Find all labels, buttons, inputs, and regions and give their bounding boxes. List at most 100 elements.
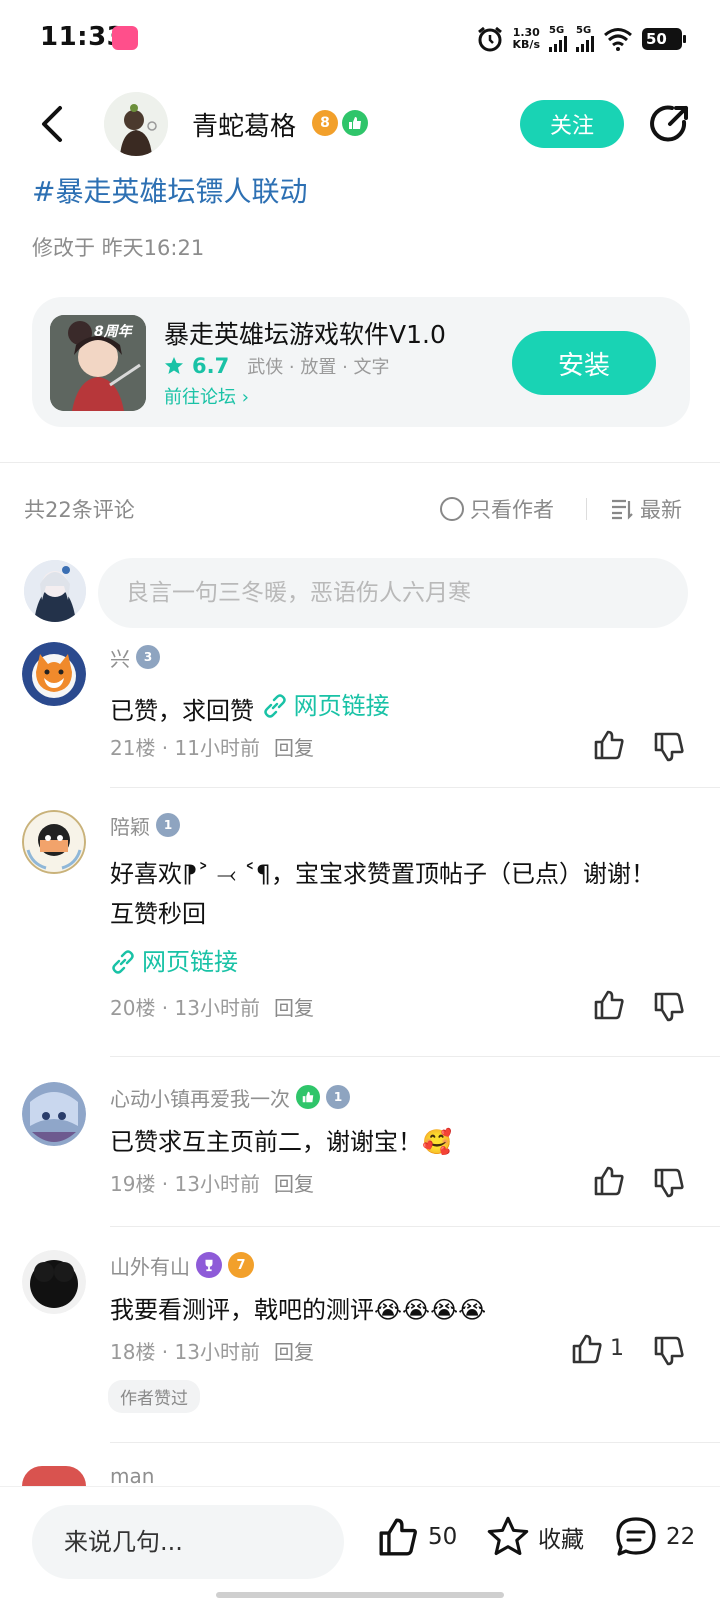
commenter-avatar-image [22,1250,86,1314]
like-count: 50 [428,1524,458,1550]
comment-text: 好喜欢⁋˃ ⤙ ˂¶，宝宝求赞置顶帖子（已点）谢谢！ 互赞秒回 [110,860,655,928]
commenter-name-row: 山外有山 7 [110,1250,254,1280]
like-post-button[interactable]: 50 [376,1515,457,1559]
emoji: 🥰 [422,1128,452,1156]
commenter-avatar-image [22,642,86,706]
commenter-name[interactable]: man [110,1464,154,1488]
author-avatar[interactable] [104,92,168,156]
comment-text: 已赞求互主页前二，谢谢宝！🥰 [110,1128,452,1156]
commenter-name-row: 心动小镇再爱我一次 1 [110,1082,350,1112]
only-author-toggle[interactable]: 只看作者 [440,494,554,524]
comments-toolbar: 共22条评论 只看作者 最新 [24,494,696,526]
divider [110,1226,720,1227]
game-title: 暴走英雄坛游戏软件V1.0 [164,320,446,349]
link-icon [112,950,134,974]
wifi-icon [604,28,632,51]
comments-button[interactable]: 22 [614,1515,695,1559]
post-hashtag[interactable]: #暴走英雄坛镖人联动 [32,170,307,210]
my-avatar-image [24,560,86,622]
bottom-action-bar: 50 收藏 22 [0,1486,720,1600]
comment-text: 已赞，求回赞 网页链接 [110,686,670,731]
modified-time: 修改于 昨天16:21 [32,236,205,260]
like-icon[interactable] [592,1164,626,1198]
back-arrow-icon[interactable] [36,104,70,144]
game-meta: 6.7 武侠 · 放置 · 文字 [164,353,390,379]
link-icon [263,694,286,718]
comment-meta: 18楼 · 13小时前 回复 [110,1340,314,1364]
commenter-name[interactable]: 心动小镇再爱我一次 [110,1083,290,1112]
install-button[interactable]: 安装 [512,331,656,395]
comment-meta: 20楼 · 13小时前 回复 [110,996,314,1020]
net-speed: 1.30 KB/s [512,26,540,51]
like-count: 1 [610,1336,624,1361]
comment-meta: 21楼 · 11小时前 回复 [110,736,314,760]
dislike-icon[interactable] [652,730,686,764]
dislike-icon[interactable] [652,990,686,1024]
chevron-right-icon: › [241,387,249,408]
share-icon[interactable] [648,102,692,146]
reply-button[interactable]: 回复 [274,1172,314,1196]
comment-meta: 19楼 · 13小时前 回复 [110,1172,314,1196]
thumbs-up-badge-icon [342,110,368,136]
author-name[interactable]: 青蛇葛格 [192,106,296,143]
comment-input[interactable] [98,558,688,628]
like-icon[interactable] [592,988,626,1022]
home-indicator[interactable] [216,1592,504,1598]
game-icon: 8周年 [50,315,146,411]
follow-button[interactable]: 关注 [520,100,624,148]
divider [110,1056,720,1057]
commenter-name[interactable]: 山外有山 [110,1251,190,1280]
commenter-name-row: 兴 3 [110,642,160,672]
like-icon[interactable] [570,1332,604,1366]
emoji: 😭😭😭😭 [374,1296,487,1324]
like-icon[interactable] [592,728,626,762]
game-tags: 武侠 · 放置 · 文字 [247,357,390,378]
sort-icon [612,499,633,520]
app-notification-icon [112,26,138,50]
web-link[interactable]: 网页链接 [262,686,390,726]
sort-toggle[interactable]: 最新 [610,494,682,524]
commenter-avatar[interactable] [22,642,86,706]
battery-icon: 50 [642,28,686,50]
comment-text: 我要看测评，戟吧的测评😭😭😭😭 [110,1296,487,1324]
comment-count: 共22条评论 [24,498,135,522]
commenter-avatar-image [22,810,86,874]
game-card[interactable]: 8周年 暴走英雄坛游戏软件V1.0 6.7 武侠 · 放置 · 文字 前往论坛 … [32,297,690,427]
dislike-icon[interactable] [652,1334,686,1368]
web-link[interactable]: 网页链接 [110,942,238,982]
commenter-avatar[interactable] [22,1082,86,1146]
game-anniversary-label: 8周年 [94,324,132,340]
divider [586,498,587,520]
alarm-icon [477,26,502,52]
favorite-button[interactable]: 收藏 [486,1515,584,1559]
commenter-name[interactable]: 兴 [110,643,130,672]
divider [0,462,720,463]
author-avatar-image [104,92,168,156]
comment-link-row: 网页链接 [110,942,670,987]
reply-button[interactable]: 回复 [274,736,314,760]
commenter-name[interactable]: 陪颖 [110,811,150,840]
level-badge: 3 [136,645,160,669]
radio-icon[interactable] [440,497,464,521]
commenter-avatar[interactable] [22,810,86,874]
level-badge: 1 [156,813,180,837]
comment-bubble-icon [616,1517,656,1556]
star-outline-icon [487,1516,529,1556]
comment-count: 22 [666,1524,696,1550]
level-badge: 8 [312,110,338,136]
reply-input[interactable] [32,1505,344,1579]
reply-button[interactable]: 回复 [274,996,314,1020]
thumbs-up-icon [379,1518,417,1556]
reply-button[interactable]: 回复 [274,1340,314,1364]
author-liked-badge: 作者赞过 [108,1380,200,1413]
dislike-icon[interactable] [652,1166,686,1200]
star-icon [165,357,183,374]
divider [110,787,720,788]
commenter-avatar[interactable] [22,1466,86,1486]
signal-sim1-icon: 5G [549,26,567,52]
level-badge: 7 [228,1252,254,1278]
commenter-avatar-image [22,1082,86,1146]
level-badge: 1 [326,1085,350,1109]
commenter-avatar[interactable] [22,1250,86,1314]
forum-link[interactable]: 前往论坛 › [164,383,249,409]
